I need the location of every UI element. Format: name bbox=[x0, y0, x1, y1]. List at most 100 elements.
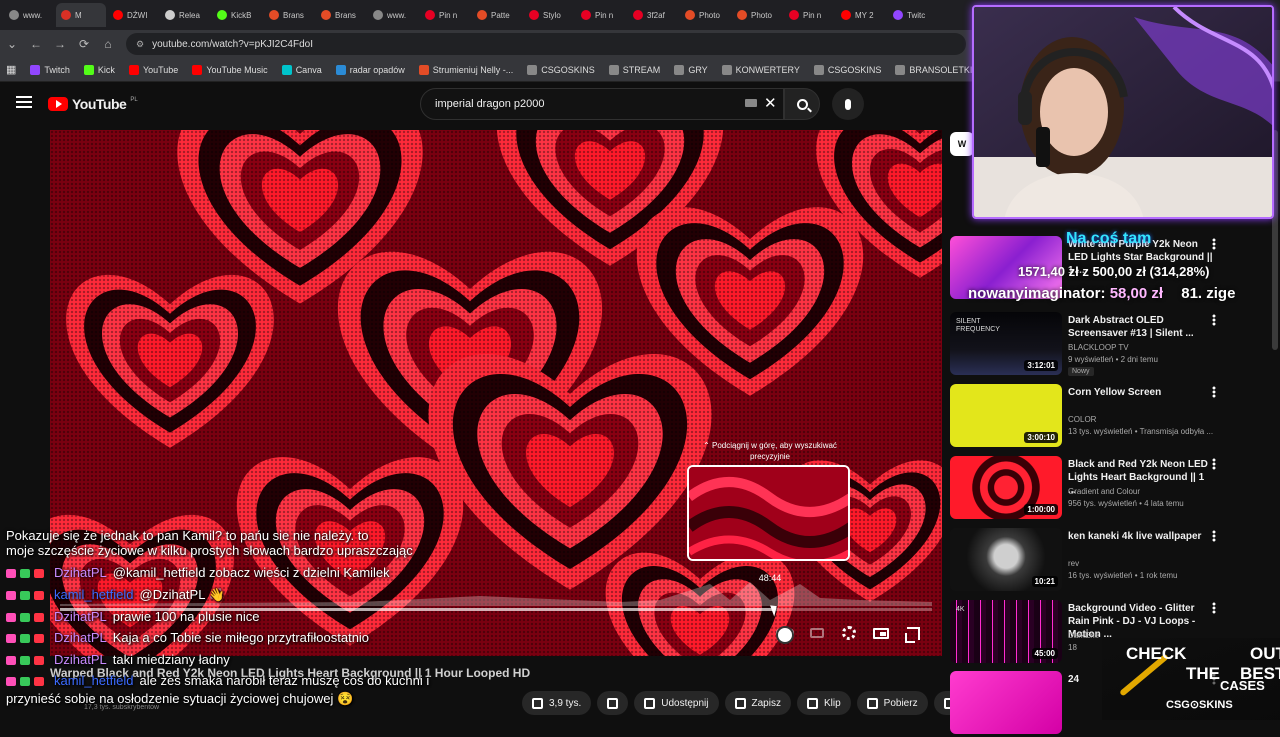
browser-tab[interactable]: www. bbox=[4, 3, 54, 27]
fullscreen-button[interactable] bbox=[904, 624, 922, 643]
share-icon bbox=[644, 697, 656, 709]
tab-favicon-icon bbox=[737, 10, 747, 20]
browser-tab[interactable]: Pin n bbox=[576, 3, 626, 27]
browser-tab[interactable]: www. bbox=[368, 3, 418, 27]
thumbs-down-button[interactable] bbox=[597, 691, 629, 715]
browser-tab[interactable]: Twitc bbox=[888, 3, 938, 27]
bookmark-item[interactable]: Strumieniuj Nelly -... bbox=[418, 64, 513, 75]
bookmark-item[interactable]: YouTube Music bbox=[192, 64, 268, 75]
download-button[interactable]: Pobierz bbox=[856, 691, 928, 715]
recommendation-thumbnail[interactable] bbox=[950, 671, 1062, 734]
bookmark-item[interactable]: GRY bbox=[674, 64, 708, 75]
browser-tab[interactable]: Pin n bbox=[784, 3, 834, 27]
recommendation-thumbnail[interactable]: 4K 45:00 bbox=[950, 600, 1062, 663]
bookmark-label: radar opadów bbox=[349, 64, 405, 75]
bookmark-item[interactable]: CSGOSKINS bbox=[813, 64, 881, 75]
bookmark-item[interactable]: Twitch bbox=[30, 64, 70, 75]
chat-badges bbox=[6, 652, 54, 667]
tab-label: Photo bbox=[751, 10, 772, 20]
recommendation-channel: COLOR bbox=[1068, 415, 1097, 424]
site-info-icon[interactable]: ⚙ bbox=[136, 39, 144, 50]
recommendation-thumbnail[interactable]: 3:00:10 bbox=[950, 384, 1062, 447]
bookmark-item[interactable]: CSGOSKINS bbox=[527, 64, 595, 75]
browser-tab[interactable]: MY 2 bbox=[836, 3, 886, 27]
settings-button[interactable] bbox=[840, 624, 858, 642]
apps-icon[interactable]: ▦ bbox=[6, 63, 16, 76]
more-options-icon[interactable] bbox=[1212, 386, 1216, 398]
recommendation-thumbnail[interactable]: 1:00:00 bbox=[950, 456, 1062, 519]
recommendation-item[interactable]: 3:00:10 Corn Yellow Screen COLOR 13 tys. wy… bbox=[950, 384, 1250, 450]
voice-search-button[interactable] bbox=[832, 88, 864, 120]
youtube-logo[interactable]: YouTube PL bbox=[48, 96, 138, 112]
scissors-button[interactable]: Klip bbox=[796, 691, 851, 715]
tab-label: KickB bbox=[231, 10, 252, 20]
forward-icon[interactable]: → bbox=[48, 32, 72, 56]
more-options-icon[interactable] bbox=[1212, 602, 1216, 614]
recommendation-item[interactable]: 1:00:00 Black and Red Y2k Neon LED Lights… bbox=[950, 456, 1250, 522]
browser-tab[interactable]: Photo bbox=[680, 3, 730, 27]
browser-tab[interactable]: Brans bbox=[316, 3, 366, 27]
more-options-icon[interactable] bbox=[1212, 458, 1216, 470]
bookmark-item[interactable]: YouTube bbox=[128, 64, 178, 75]
tab-favicon-icon bbox=[893, 10, 903, 20]
browser-tab[interactable]: Stylo bbox=[524, 3, 574, 27]
bookmark-item[interactable]: BRANSOLETKI bbox=[895, 64, 972, 75]
browser-tab[interactable]: Relea bbox=[160, 3, 210, 27]
share-button[interactable]: Udostępnij bbox=[634, 691, 719, 715]
chat-text: Pokazuje się że jednak to pan Kamil? to … bbox=[6, 528, 369, 543]
browser-tab[interactable]: KickB bbox=[212, 3, 262, 27]
browser-tab[interactable]: M bbox=[56, 3, 106, 27]
recommendation-thumbnail[interactable]: 10:21 bbox=[950, 528, 1062, 591]
hamburger-menu-icon[interactable] bbox=[16, 96, 32, 108]
tab-favicon-icon bbox=[165, 10, 175, 20]
recommendation-thumbnail[interactable]: SILENT FREQUENCY 3:12:01 bbox=[950, 312, 1062, 375]
more-options-icon[interactable] bbox=[1212, 238, 1216, 250]
chat-username: DzihatPL bbox=[54, 630, 107, 645]
bookmark-item[interactable]: Kick bbox=[83, 64, 115, 75]
address-bar[interactable]: ⚙ youtube.com/watch?v=pKJI2C4FdoI bbox=[126, 33, 966, 55]
clear-search-icon[interactable]: ✕ bbox=[764, 94, 777, 112]
search-button[interactable] bbox=[784, 88, 820, 120]
video-duration: 3:00:10 bbox=[1024, 432, 1058, 443]
browser-tab[interactable]: Patte bbox=[472, 3, 522, 27]
browser-tab[interactable]: Pin n bbox=[420, 3, 470, 27]
recommendation-item[interactable]: SILENT FREQUENCY 3:12:01 Dark Abstract OLE… bbox=[950, 312, 1250, 378]
browser-tab[interactable]: 3f2af bbox=[628, 3, 678, 27]
bookmark-button[interactable]: Zapisz bbox=[724, 691, 791, 715]
seek-hint: ⌃ Podciągnij w górę, aby wyszukiwać prec… bbox=[703, 441, 837, 461]
browser-tab[interactable]: Photo bbox=[732, 3, 782, 27]
back-icon[interactable]: ← bbox=[24, 32, 48, 56]
autoplay-toggle[interactable] bbox=[776, 624, 794, 644]
chat-badges bbox=[6, 609, 54, 624]
subtitles-button[interactable] bbox=[808, 624, 826, 642]
miniplayer-button[interactable] bbox=[872, 624, 890, 642]
filter-chip[interactable]: W bbox=[950, 132, 974, 156]
thumbs-up-button[interactable]: 3,9 tys. bbox=[522, 691, 592, 715]
tab-favicon-icon bbox=[9, 10, 19, 20]
chat-text: Kaja a co Tobie sie miłego przytrafiłoos… bbox=[112, 630, 370, 645]
tab-search-icon[interactable]: ⌄ bbox=[0, 32, 24, 56]
action-label: Udostępnij bbox=[661, 697, 709, 709]
search-input[interactable]: imperial dragon p2000 bbox=[420, 88, 784, 120]
chat-badge-icon bbox=[20, 613, 30, 623]
bookmark-item[interactable]: radar opadów bbox=[335, 64, 405, 75]
chat-badge-icon bbox=[34, 656, 44, 666]
more-options-icon[interactable] bbox=[1212, 530, 1216, 542]
keyboard-icon[interactable] bbox=[745, 99, 757, 107]
recommendation-item[interactable]: 10:21 ken kaneki 4k live wallpaper rev 16 t… bbox=[950, 528, 1250, 594]
chat-badge-icon bbox=[34, 634, 44, 644]
browser-tab[interactable]: DŹWI bbox=[108, 3, 158, 27]
bookmark-item[interactable]: KONWERTERY bbox=[721, 64, 800, 75]
chat-badge-icon bbox=[20, 677, 30, 687]
bookmark-item[interactable]: Canva bbox=[281, 64, 322, 75]
miniplayer-icon bbox=[873, 627, 889, 639]
browser-tab[interactable]: Brans bbox=[264, 3, 314, 27]
tab-favicon-icon bbox=[425, 10, 435, 20]
reload-icon[interactable]: ⟳ bbox=[72, 32, 96, 56]
chat-text: przynieść sobie na osłodzenie sytuacji ż… bbox=[6, 691, 354, 706]
bookmark-item[interactable]: STREAM bbox=[608, 64, 660, 75]
chat-badge-icon bbox=[6, 677, 16, 687]
home-icon[interactable]: ⌂ bbox=[96, 32, 120, 56]
more-options-icon[interactable] bbox=[1212, 314, 1216, 326]
chat-badges bbox=[6, 565, 54, 580]
